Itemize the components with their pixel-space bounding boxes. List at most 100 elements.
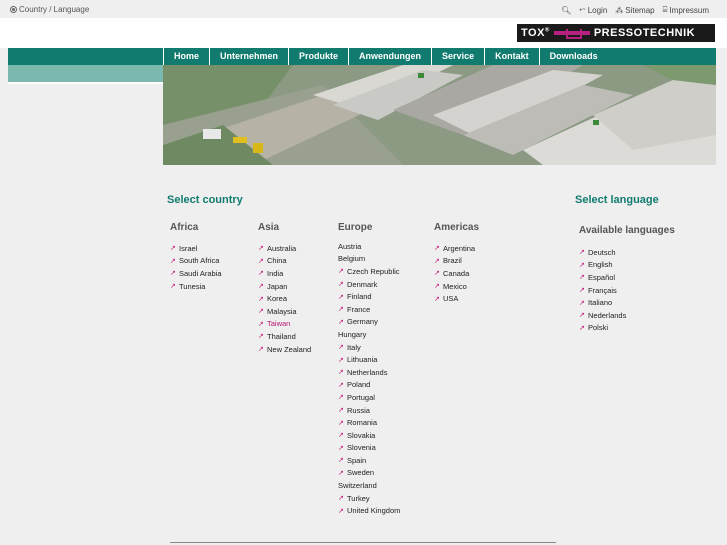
- language-label[interactable]: Deutsch: [588, 248, 616, 257]
- sitemap-label[interactable]: Sitemap: [625, 6, 654, 15]
- nav-tab-downloads[interactable]: Downloads: [538, 48, 608, 65]
- country-item[interactable]: ↗ Romania: [338, 416, 400, 429]
- country-label[interactable]: Lithuania: [347, 355, 377, 364]
- country-item[interactable]: ↗ South Africa: [170, 255, 222, 268]
- country-item[interactable]: ↗ Argentina: [434, 242, 475, 255]
- country-item[interactable]: ↗Austria: [338, 240, 400, 253]
- language-label[interactable]: Nederlands: [588, 311, 626, 320]
- country-item[interactable]: ↗ Taiwan: [258, 318, 311, 331]
- country-item[interactable]: ↗Belgium: [338, 253, 400, 266]
- country-item[interactable]: ↗ Lithuania: [338, 353, 400, 366]
- language-item[interactable]: ↗ Español: [579, 271, 626, 284]
- country-label[interactable]: Denmark: [347, 280, 377, 289]
- country-item[interactable]: ↗ Sweden: [338, 467, 400, 480]
- country-item[interactable]: ↗ New Zealand: [258, 343, 311, 356]
- country-label[interactable]: Czech Republic: [347, 267, 400, 276]
- nav-tab-kontakt[interactable]: Kontakt: [484, 48, 539, 65]
- country-label[interactable]: Belgium: [338, 254, 365, 263]
- country-item[interactable]: ↗ Portugal: [338, 391, 400, 404]
- country-item[interactable]: ↗ Netherlands: [338, 366, 400, 379]
- country-item[interactable]: ↗ Korea: [258, 292, 311, 305]
- country-label[interactable]: Slovenia: [347, 443, 376, 452]
- language-item[interactable]: ↗ Italiano: [579, 296, 626, 309]
- sitemap-link[interactable]: ⁂ Sitemap: [615, 6, 654, 15]
- login-label[interactable]: Login: [588, 6, 608, 15]
- country-item[interactable]: ↗ Russia: [338, 404, 400, 417]
- country-item[interactable]: ↗ Mexico: [434, 280, 475, 293]
- country-label[interactable]: Korea: [267, 294, 287, 303]
- language-label[interactable]: Español: [588, 273, 615, 282]
- country-label[interactable]: China: [267, 256, 287, 265]
- country-item[interactable]: ↗ Italy: [338, 341, 400, 354]
- country-label[interactable]: Germany: [347, 317, 378, 326]
- country-item[interactable]: ↗Hungary: [338, 328, 400, 341]
- country-label[interactable]: Malaysia: [267, 307, 297, 316]
- language-label[interactable]: Français: [588, 286, 617, 295]
- nav-tab-produkte[interactable]: Produkte: [288, 48, 348, 65]
- country-item[interactable]: ↗ France: [338, 303, 400, 316]
- country-label[interactable]: India: [267, 269, 283, 278]
- country-label[interactable]: Argentina: [443, 244, 475, 253]
- country-item[interactable]: ↗ Turkey: [338, 492, 400, 505]
- country-label[interactable]: Switzerland: [338, 481, 377, 490]
- country-label[interactable]: New Zealand: [267, 345, 311, 354]
- country-item[interactable]: ↗ Canada: [434, 267, 475, 280]
- country-label[interactable]: South Africa: [179, 256, 219, 265]
- country-label[interactable]: USA: [443, 294, 458, 303]
- login-link[interactable]: ⬿ Login: [579, 5, 607, 15]
- country-item[interactable]: ↗ India: [258, 267, 311, 280]
- country-label[interactable]: Turkey: [347, 494, 370, 503]
- country-item[interactable]: ↗ China: [258, 255, 311, 268]
- country-item[interactable]: ↗ Slovenia: [338, 442, 400, 455]
- country-label[interactable]: Brazil: [443, 256, 462, 265]
- country-item[interactable]: ↗ Spain: [338, 454, 400, 467]
- breadcrumb-label[interactable]: Country / Language: [19, 5, 89, 14]
- country-label[interactable]: Japan: [267, 282, 287, 291]
- country-label[interactable]: Spain: [347, 456, 366, 465]
- country-label[interactable]: Poland: [347, 380, 370, 389]
- country-item[interactable]: ↗Switzerland: [338, 479, 400, 492]
- impressum-label[interactable]: Impressum: [669, 6, 709, 15]
- search-link[interactable]: 🔍︎: [561, 6, 571, 15]
- country-label[interactable]: France: [347, 305, 370, 314]
- country-label[interactable]: Austria: [338, 242, 361, 251]
- country-label[interactable]: Portugal: [347, 393, 375, 402]
- nav-tab-service[interactable]: Service: [431, 48, 484, 65]
- country-label[interactable]: Sweden: [347, 468, 374, 477]
- country-label[interactable]: Canada: [443, 269, 469, 278]
- country-label[interactable]: United Kingdom: [347, 506, 400, 515]
- country-item[interactable]: ↗ Australia: [258, 242, 311, 255]
- country-label[interactable]: Slovakia: [347, 431, 375, 440]
- country-item[interactable]: ↗ United Kingdom: [338, 504, 400, 517]
- country-label[interactable]: Saudi Arabia: [179, 269, 222, 278]
- country-item[interactable]: ↗ Czech Republic: [338, 265, 400, 278]
- language-item[interactable]: ↗ English: [579, 259, 626, 272]
- country-label[interactable]: Romania: [347, 418, 377, 427]
- country-item[interactable]: ↗ USA: [434, 292, 475, 305]
- language-item[interactable]: ↗ Deutsch: [579, 246, 626, 259]
- language-label[interactable]: Italiano: [588, 298, 612, 307]
- country-label[interactable]: Israel: [179, 244, 197, 253]
- country-item[interactable]: ↗ Finland: [338, 290, 400, 303]
- country-item[interactable]: ↗ Denmark: [338, 278, 400, 291]
- nav-tab-home[interactable]: Home: [163, 48, 209, 65]
- country-label[interactable]: Hungary: [338, 330, 366, 339]
- nav-tab-anwendungen[interactable]: Anwendungen: [348, 48, 431, 65]
- impressum-link[interactable]: ⌸ Impressum: [663, 5, 709, 15]
- country-item[interactable]: ↗ Saudi Arabia: [170, 267, 222, 280]
- country-label[interactable]: Tunesia: [179, 282, 205, 291]
- country-label[interactable]: Thailand: [267, 332, 296, 341]
- country-item[interactable]: ↗ Brazil: [434, 255, 475, 268]
- country-label[interactable]: Finland: [347, 292, 372, 301]
- country-item[interactable]: ↗ Poland: [338, 379, 400, 392]
- language-item[interactable]: ↗ Nederlands: [579, 309, 626, 322]
- country-item[interactable]: ↗ Japan: [258, 280, 311, 293]
- country-item[interactable]: ↗ Germany: [338, 316, 400, 329]
- language-item[interactable]: ↗ Polski: [579, 322, 626, 335]
- country-item[interactable]: ↗ Thailand: [258, 330, 311, 343]
- country-item[interactable]: ↗ Malaysia: [258, 305, 311, 318]
- country-item[interactable]: ↗ Israel: [170, 242, 222, 255]
- nav-tab-unternehmen[interactable]: Unternehmen: [209, 48, 288, 65]
- language-label[interactable]: English: [588, 260, 613, 269]
- country-label[interactable]: Taiwan: [267, 319, 290, 328]
